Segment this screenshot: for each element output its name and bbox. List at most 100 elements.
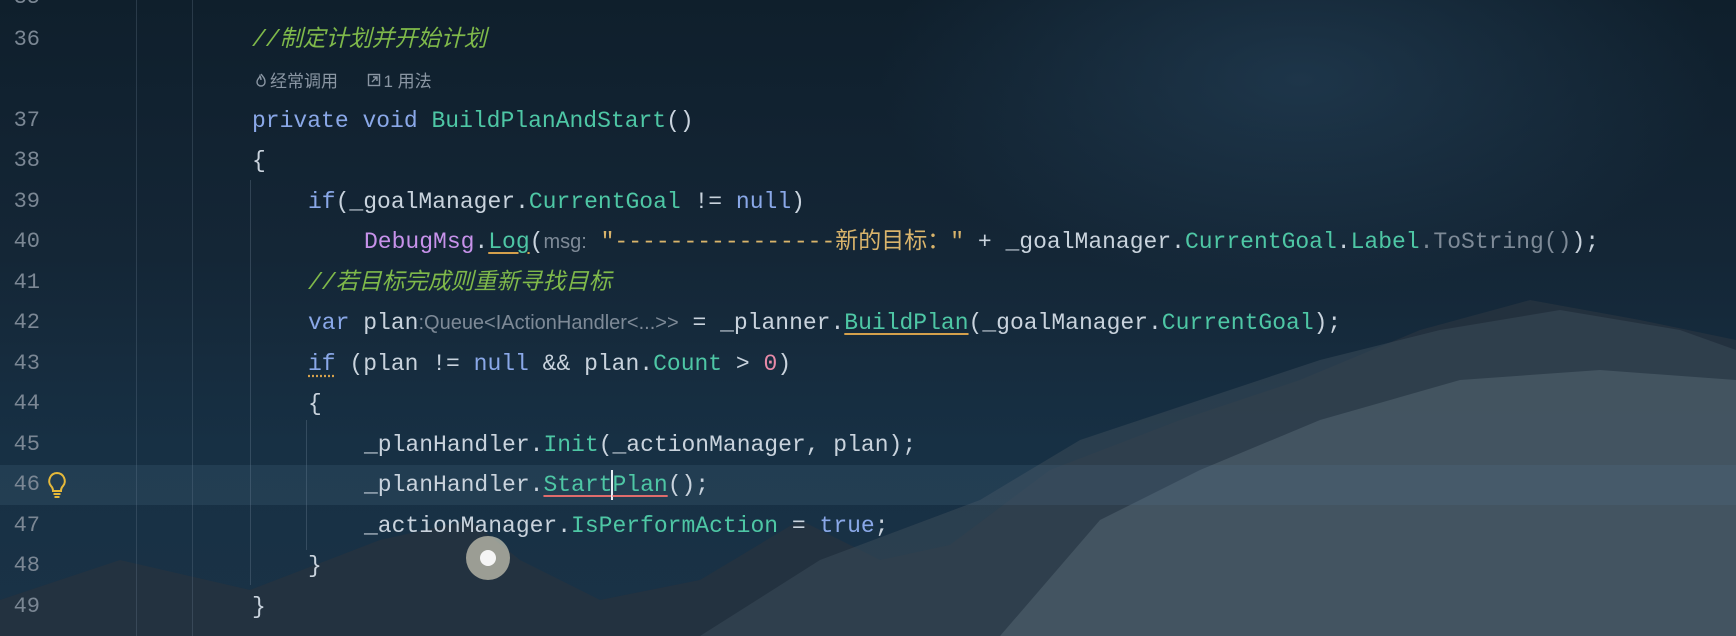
assignment-statement[interactable]: _actionManager.IsPerformAction = true; xyxy=(364,506,889,546)
code-line[interactable]: 45 _planHandler.Init(_actionManager, pla… xyxy=(0,425,1736,465)
redundant-call[interactable]: .ToString() xyxy=(1420,229,1572,255)
code-line[interactable]: 40 DebugMsg. Log(msg: "----------------新的… xyxy=(0,222,1736,262)
class-name[interactable]: DebugMsg xyxy=(364,229,474,255)
punctuation: ) xyxy=(791,189,805,215)
punctuation: ); xyxy=(1313,310,1342,336)
punctuation: . xyxy=(1336,229,1351,255)
line-number: 45 xyxy=(13,432,40,457)
brace: { xyxy=(252,148,266,174)
line-number: 36 xyxy=(13,27,40,52)
code-lens-usages[interactable]: 1 用法 xyxy=(383,72,431,91)
line-number: 39 xyxy=(13,189,40,214)
expression: && plan. xyxy=(528,351,654,377)
method-declaration[interactable]: private void BuildPlanAndStart() xyxy=(252,101,694,141)
identifier[interactable]: _actionManager xyxy=(364,513,557,539)
method-call-statement[interactable]: _planHandler.Init(_actionManager, plan); xyxy=(364,425,916,465)
method-call-part[interactable]: Start xyxy=(543,472,612,498)
operator: + xyxy=(964,229,1006,255)
code-line[interactable]: 43 if (plan != null && plan.Count > 0) xyxy=(0,344,1736,384)
line-number: 42 xyxy=(13,310,40,335)
parameter-hint: msg: xyxy=(543,231,587,253)
operator: = xyxy=(678,310,721,336)
code-line[interactable]: 37 private void BuildPlanAndStart() xyxy=(0,101,1736,141)
punctuation: ; xyxy=(874,513,889,539)
method-call-part[interactable]: Plan xyxy=(612,472,667,498)
keyword: if xyxy=(308,189,336,215)
line-number: 38 xyxy=(13,148,40,173)
method-call-statement[interactable]: _planHandler.StartPlan(); xyxy=(364,465,709,505)
code-lens[interactable]: 经常调用 1 用法 xyxy=(252,64,432,100)
type-hint: :Queue<IActionHandler<...>> xyxy=(418,312,679,334)
code-line[interactable]: 49 } xyxy=(0,587,1736,627)
punctuation: () xyxy=(666,108,694,134)
brace: { xyxy=(308,391,322,417)
if-statement[interactable]: if(_goalManager.CurrentGoal != null) xyxy=(308,182,805,222)
code-line[interactable]: 35 xyxy=(0,0,1736,18)
code-line[interactable]: 36 //制定计划并开始计划 xyxy=(0,20,1736,60)
operator: = xyxy=(778,513,820,539)
line-number: 41 xyxy=(13,270,40,295)
property[interactable]: CurrentGoal xyxy=(529,189,681,215)
expression: (plan != xyxy=(335,351,474,377)
code-line[interactable]: 38 { xyxy=(0,141,1736,181)
identifier[interactable]: _goalManager xyxy=(1006,229,1172,255)
code-comment: //若目标完成则重新寻找目标 xyxy=(308,270,612,296)
identifier[interactable]: _goalManager xyxy=(982,310,1148,336)
keyword: var xyxy=(308,310,350,336)
punctuation: . xyxy=(830,310,845,336)
punctuation: . xyxy=(1147,310,1162,336)
keyword: void xyxy=(362,108,418,134)
line-number: 46 xyxy=(13,472,40,497)
lightbulb-icon[interactable] xyxy=(44,470,70,500)
variable-name[interactable]: plan xyxy=(363,310,418,336)
punctuation: ( xyxy=(529,229,544,255)
line-number: 47 xyxy=(13,513,40,538)
method-call[interactable]: BuildPlan xyxy=(844,310,968,336)
identifier[interactable]: _planHandler xyxy=(364,472,530,498)
identifier[interactable]: _goalManager xyxy=(349,189,515,215)
method-call[interactable]: Init xyxy=(543,432,598,458)
line-number: 37 xyxy=(13,108,40,133)
line-number: 35 xyxy=(0,0,40,18)
var-declaration[interactable]: var plan:Queue<IActionHandler<...>> = _p… xyxy=(308,303,1341,343)
property[interactable]: CurrentGoal xyxy=(1162,310,1314,336)
log-call[interactable]: DebugMsg. Log(msg: "----------------新的目标：… xyxy=(364,222,1599,262)
property[interactable]: CurrentGoal xyxy=(1185,229,1337,255)
code-line[interactable]: 48 } xyxy=(0,546,1736,586)
keyword: private xyxy=(252,108,349,134)
if-statement[interactable]: if (plan != null && plan.Count > 0) xyxy=(308,344,791,384)
external-link-icon xyxy=(365,64,383,100)
current-code-line[interactable]: 46 _planHandler.StartPlan(); xyxy=(0,465,1736,505)
operator: > xyxy=(722,351,764,377)
line-number: 49 xyxy=(13,594,40,619)
code-line[interactable]: 44 { xyxy=(0,384,1736,424)
fire-icon xyxy=(252,64,270,100)
line-number: 48 xyxy=(13,553,40,578)
keyword: null xyxy=(473,351,529,377)
brace: } xyxy=(308,553,322,579)
method-name[interactable]: BuildPlanAndStart xyxy=(431,108,666,134)
brace: } xyxy=(252,594,266,620)
code-lens-frequent[interactable]: 经常调用 xyxy=(270,72,338,91)
keyword: true xyxy=(819,513,875,539)
line-number: 44 xyxy=(13,391,40,416)
property[interactable]: IsPerformAction xyxy=(571,513,778,539)
property[interactable]: Count xyxy=(653,351,722,377)
property[interactable]: Label xyxy=(1351,229,1420,255)
keyword-warning[interactable]: if xyxy=(308,351,336,377)
punctuation: . xyxy=(529,432,544,458)
arguments: (); xyxy=(667,472,710,498)
identifier[interactable]: _planHandler xyxy=(364,432,530,458)
identifier[interactable]: _planner xyxy=(720,310,830,336)
line-number: 40 xyxy=(13,229,40,254)
code-line[interactable]: 41 //若目标完成则重新寻找目标 xyxy=(0,263,1736,303)
punctuation: . xyxy=(557,513,572,539)
code-line[interactable]: 47 _actionManager.IsPerformAction = true… xyxy=(0,506,1736,546)
number-literal: 0 xyxy=(763,351,778,377)
code-line[interactable]: 39 if(_goalManager.CurrentGoal != null) xyxy=(0,182,1736,222)
punctuation: . xyxy=(515,189,529,215)
code-line[interactable]: 42 var plan:Queue<IActionHandler<...>> =… xyxy=(0,303,1736,343)
method-call[interactable]: Log xyxy=(488,229,529,255)
punctuation: ( xyxy=(335,189,350,215)
string-literal: "----------------新的目标：" xyxy=(600,229,965,255)
